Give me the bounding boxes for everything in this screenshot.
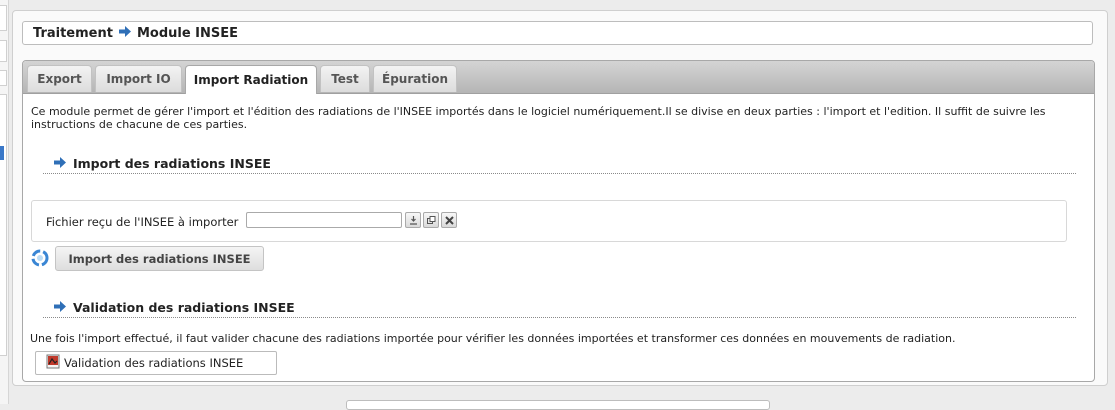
left-panel-block <box>0 70 7 86</box>
left-panel-block <box>0 5 7 31</box>
validate-radiations-button[interactable]: Validation des radiations INSEE <box>35 351 277 375</box>
import-section-title-text: Import des radiations INSEE <box>73 156 271 171</box>
bottom-panel-edge <box>346 400 770 410</box>
clear-icon[interactable] <box>441 212 457 228</box>
validation-section-title-text: Validation des radiations INSEE <box>73 300 295 315</box>
intro-text: Ce module permet de gérer l'import et l'… <box>31 105 1046 131</box>
tab-bar: Export Import IO Import Radiation Test É… <box>23 61 1094 94</box>
import-radiations-button[interactable]: Import des radiations INSEE <box>55 246 264 271</box>
validation-section-title: Validation des radiations INSEE <box>43 298 1076 318</box>
tab-import-io[interactable]: Import IO <box>95 65 182 92</box>
arrow-right-icon <box>54 300 66 315</box>
tab-import-radiation[interactable]: Import Radiation <box>185 65 317 94</box>
arrow-right-icon <box>118 25 131 41</box>
import-form: Fichier reçu de l'INSEE à importer <box>31 200 1067 242</box>
breadcrumb: Traitement Module INSEE <box>22 21 1093 45</box>
main-container: Traitement Module INSEE Export Import IO… <box>12 10 1108 386</box>
left-panel-edge <box>0 0 9 404</box>
tab-export[interactable]: Export <box>27 65 92 92</box>
tab-test[interactable]: Test <box>320 65 370 92</box>
refresh-icon <box>30 248 50 271</box>
validation-description: Une fois l'import effectué, il faut vali… <box>30 332 956 345</box>
copy-icon[interactable] <box>423 212 439 228</box>
document-icon <box>46 354 61 372</box>
import-section-title: Import des radiations INSEE <box>43 154 1076 174</box>
validate-button-label: Validation des radiations INSEE <box>64 356 244 370</box>
breadcrumb-parent: Traitement <box>33 25 113 41</box>
breadcrumb-current: Module INSEE <box>136 25 239 41</box>
arrow-right-icon <box>54 156 66 171</box>
file-input[interactable] <box>246 212 402 228</box>
tabs-panel: Export Import IO Import Radiation Test É… <box>22 60 1095 382</box>
tab-epuration[interactable]: Épuration <box>373 65 457 92</box>
left-panel-block <box>0 40 7 62</box>
download-icon[interactable] <box>405 212 421 228</box>
left-panel-block <box>0 94 7 356</box>
left-panel-selection-marker <box>0 146 4 160</box>
file-field-label: Fichier reçu de l'INSEE à importer <box>46 215 239 229</box>
